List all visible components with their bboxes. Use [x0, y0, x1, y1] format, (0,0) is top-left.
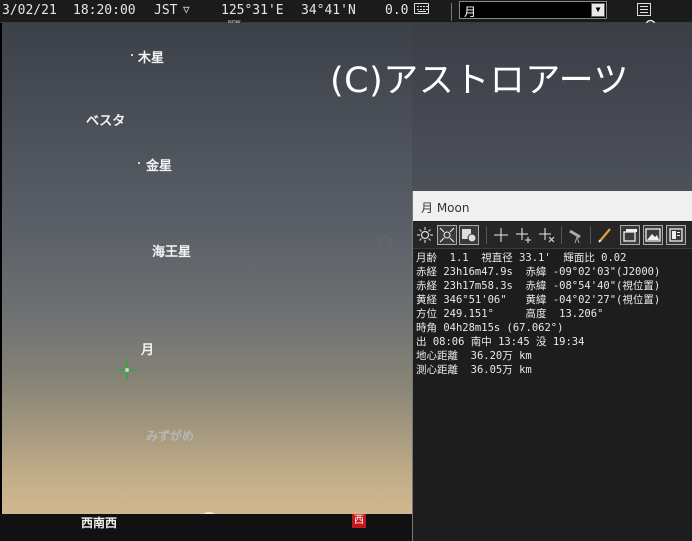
info-line-hour-angle: 時角 04h28m15s (67.062°) [416, 322, 564, 334]
dropdown-arrow-icon[interactable]: ▼ [591, 3, 605, 17]
date-field[interactable]: 3/02/21 [2, 3, 57, 18]
sun-icon[interactable] [415, 225, 435, 245]
label-venus[interactable]: 金星 [146, 155, 172, 174]
info-line-rise-set: 出 08:06 南中 13:45 没 19:34 [416, 336, 585, 348]
image-icon[interactable] [643, 225, 663, 245]
menu-icon[interactable] [637, 3, 651, 16]
west-direction-marker[interactable]: 西 [352, 514, 366, 528]
telescope-icon[interactable] [566, 225, 586, 245]
crosshair-icon[interactable] [491, 225, 511, 245]
crosshair-plus-icon[interactable] [514, 225, 534, 245]
now-clock-icon[interactable]: NOW [196, 3, 241, 37]
moon-info-text: 月齢 1.1 視直径 33.1' 輝面比 0.02 赤経 23h16m47.9s… [416, 251, 692, 377]
info-line-azimuth: 方位 249.151° 高度 13.206° [416, 308, 604, 320]
object-info-panel: 月 Moon 月齢 1.1 視直径 33.1' 輝面比 0.02 赤経 23h1… [412, 191, 692, 541]
info-line-ra-j2000: 赤経 23h16m47.9s 赤緯 -09°02'03"(J2000) [416, 266, 661, 278]
planet-icon[interactable] [459, 225, 479, 245]
label-neptune[interactable]: 海王星 [152, 241, 191, 260]
panel-toolbar [413, 222, 692, 249]
pencil-icon[interactable] [595, 225, 615, 245]
top-toolbar: 3/02/21 18:20:00 JST ▽ NOW 125°31'E 34°4… [0, 0, 692, 37]
search-icon[interactable] [613, 3, 660, 34]
window-icon[interactable] [620, 225, 640, 245]
direction-label: 西南西 [81, 516, 118, 530]
info-line-ecliptic: 黄経 346°51'06" 黄緯 -04°02'27"(視位置) [416, 294, 661, 306]
object-search-combobox[interactable]: 月 ▼ [459, 1, 607, 19]
panel-title: 月 Moon [421, 201, 470, 215]
copyright-watermark: (C)アストロアーツ [330, 61, 629, 101]
jupiter-marker[interactable] [131, 54, 133, 56]
keyboard-icon[interactable] [414, 3, 429, 14]
object-search-value[interactable]: 月 [464, 3, 476, 20]
label-moon[interactable]: 月 [141, 339, 154, 358]
latitude-field[interactable]: 34°41'N [301, 3, 356, 18]
info-line-ra-apparent: 赤経 23h17m58.3s 赤緯 -08°54'40"(視位置) [416, 280, 661, 292]
label-vesta[interactable]: ベスタ [86, 110, 125, 129]
altitude-field[interactable]: 0.0 [385, 3, 408, 18]
panel-title-bar[interactable]: 月 Moon [413, 191, 692, 221]
crosshair-x-icon[interactable] [537, 225, 557, 245]
toolbar-divider [451, 3, 452, 21]
timezone-dropdown-arrow[interactable]: ▽ [183, 3, 190, 16]
time-field[interactable]: 18:20:00 [73, 3, 136, 18]
longitude-field[interactable]: 125°31'E [221, 3, 284, 18]
target-icon[interactable] [437, 225, 457, 245]
label-jupiter[interactable]: 木星 [138, 47, 164, 66]
toolbar-divider [590, 226, 591, 244]
timezone-field[interactable]: JST [154, 3, 177, 18]
horizon-ground [0, 514, 412, 541]
toolbar-divider [561, 226, 562, 244]
moon-crosshair-icon[interactable] [118, 361, 136, 379]
info-line-age: 月齢 1.1 視直径 33.1' 輝面比 0.02 [416, 252, 627, 264]
label-aquarius[interactable]: みずがめ [146, 427, 194, 444]
book-icon[interactable] [666, 225, 686, 245]
sky-view-upper-right[interactable] [412, 23, 692, 191]
venus-marker[interactable] [138, 162, 140, 164]
info-line-topocentric-distance: 測心距離 36.05万 km [416, 364, 532, 376]
toolbar-divider [486, 226, 487, 244]
faint-object-marker[interactable] [378, 236, 391, 249]
info-line-geocentric-distance: 地心距離 36.20万 km [416, 350, 532, 362]
